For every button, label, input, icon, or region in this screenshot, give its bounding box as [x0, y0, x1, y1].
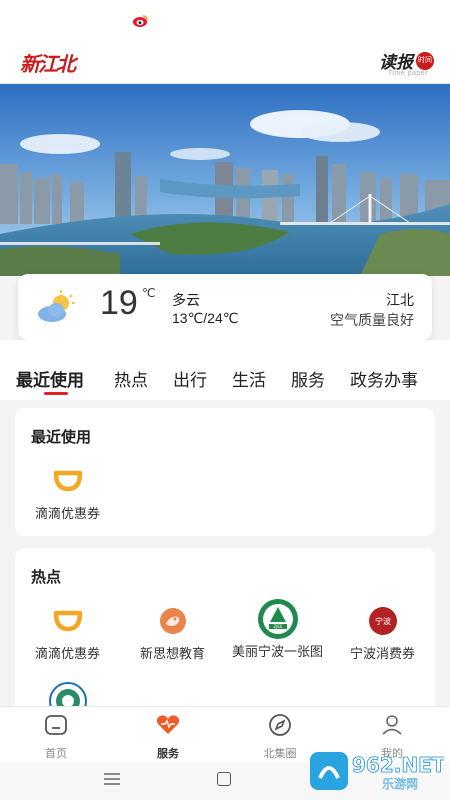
ningbo-icon-text: 宁波: [375, 616, 391, 626]
temperature: 19: [100, 284, 138, 322]
service-label: 滴滴优惠券: [34, 646, 100, 661]
tab-travel[interactable]: 出行: [173, 366, 207, 391]
weibo-icon: [133, 15, 148, 27]
watermark-brand: 962.NET: [352, 753, 444, 777]
zjee-icon-text: ZJEE: [273, 624, 282, 629]
service-item-beautiful-ningbo[interactable]: ZJEE 美丽宁波一张图: [225, 598, 330, 660]
service-item-didi[interactable]: 滴滴优惠券: [15, 464, 120, 522]
nav-label: 首页: [45, 748, 67, 760]
service-item-ningbo-coupon[interactable]: 宁波 宁波消费券: [330, 604, 435, 662]
city-river-illustration: [0, 84, 450, 276]
status-bar: [0, 0, 450, 40]
tab-life[interactable]: 生活: [232, 366, 266, 391]
nav-service[interactable]: 服务: [112, 713, 224, 761]
section-title: 最近使用: [31, 429, 92, 446]
app-header: 新江北 读报 时间 Time paper: [0, 40, 450, 84]
temperature-unit: ℃: [142, 286, 156, 300]
service-item-education[interactable]: 新思想教育: [120, 604, 225, 662]
read-paper-subtitle: Time paper: [387, 70, 428, 77]
tab-hot[interactable]: 热点: [114, 366, 148, 391]
recent-section: 最近使用 滴滴优惠券: [15, 408, 435, 536]
service-label: 滴滴优惠券: [34, 506, 100, 521]
didi-icon: [51, 464, 85, 498]
education-icon: [156, 604, 190, 638]
nav-label: 服务: [157, 748, 179, 760]
hero-banner[interactable]: [0, 84, 450, 276]
category-tabs: 最近使用 热点 出行 生活 服务 政务办事: [0, 340, 450, 400]
active-tab-indicator: [44, 392, 68, 395]
nav-home[interactable]: 首页: [0, 713, 112, 761]
ningbo-coupon-icon: 宁波: [366, 604, 400, 638]
home-button[interactable]: [217, 772, 231, 786]
zjee-icon: ZJEE: [257, 598, 299, 640]
partly-cloudy-icon: [38, 290, 75, 322]
watermark-logo: 962.NET 乐游网: [310, 752, 444, 791]
tab-service[interactable]: 服务: [291, 366, 325, 391]
watermark-sub: 乐游网: [382, 777, 418, 791]
air-quality: 空气质量良好: [330, 312, 414, 328]
city-name: 江北: [386, 292, 414, 308]
tab-government[interactable]: 政务办事: [350, 366, 418, 391]
compass-icon: [269, 714, 291, 736]
app-logo[interactable]: 新江北: [20, 48, 76, 77]
section-title: 热点: [31, 569, 62, 586]
heart-icon: [156, 715, 180, 734]
service-label: 新思想教育: [139, 646, 205, 661]
temperature-range: 13℃/24℃: [172, 310, 239, 326]
didi-icon: [51, 604, 85, 638]
hot-section: 热点 滴滴优惠券 新思想教育 ZJEE 美丽宁波一张图 宁波 宁波消费券: [15, 548, 435, 728]
tab-recent[interactable]: 最近使用: [16, 366, 84, 391]
profile-icon: [382, 715, 402, 735]
service-label: 美丽宁波一张图: [231, 644, 323, 659]
time-badge: 时间: [416, 51, 434, 70]
home-icon: [45, 715, 67, 735]
menu-icon[interactable]: [104, 773, 120, 785]
service-item-didi[interactable]: 滴滴优惠券: [15, 604, 120, 662]
service-label: 宁波消费券: [349, 646, 415, 661]
weather-card[interactable]: 19 ℃ 多云 13℃/24℃ 江北 空气质量良好: [18, 274, 432, 340]
weather-condition: 多云: [172, 292, 200, 308]
